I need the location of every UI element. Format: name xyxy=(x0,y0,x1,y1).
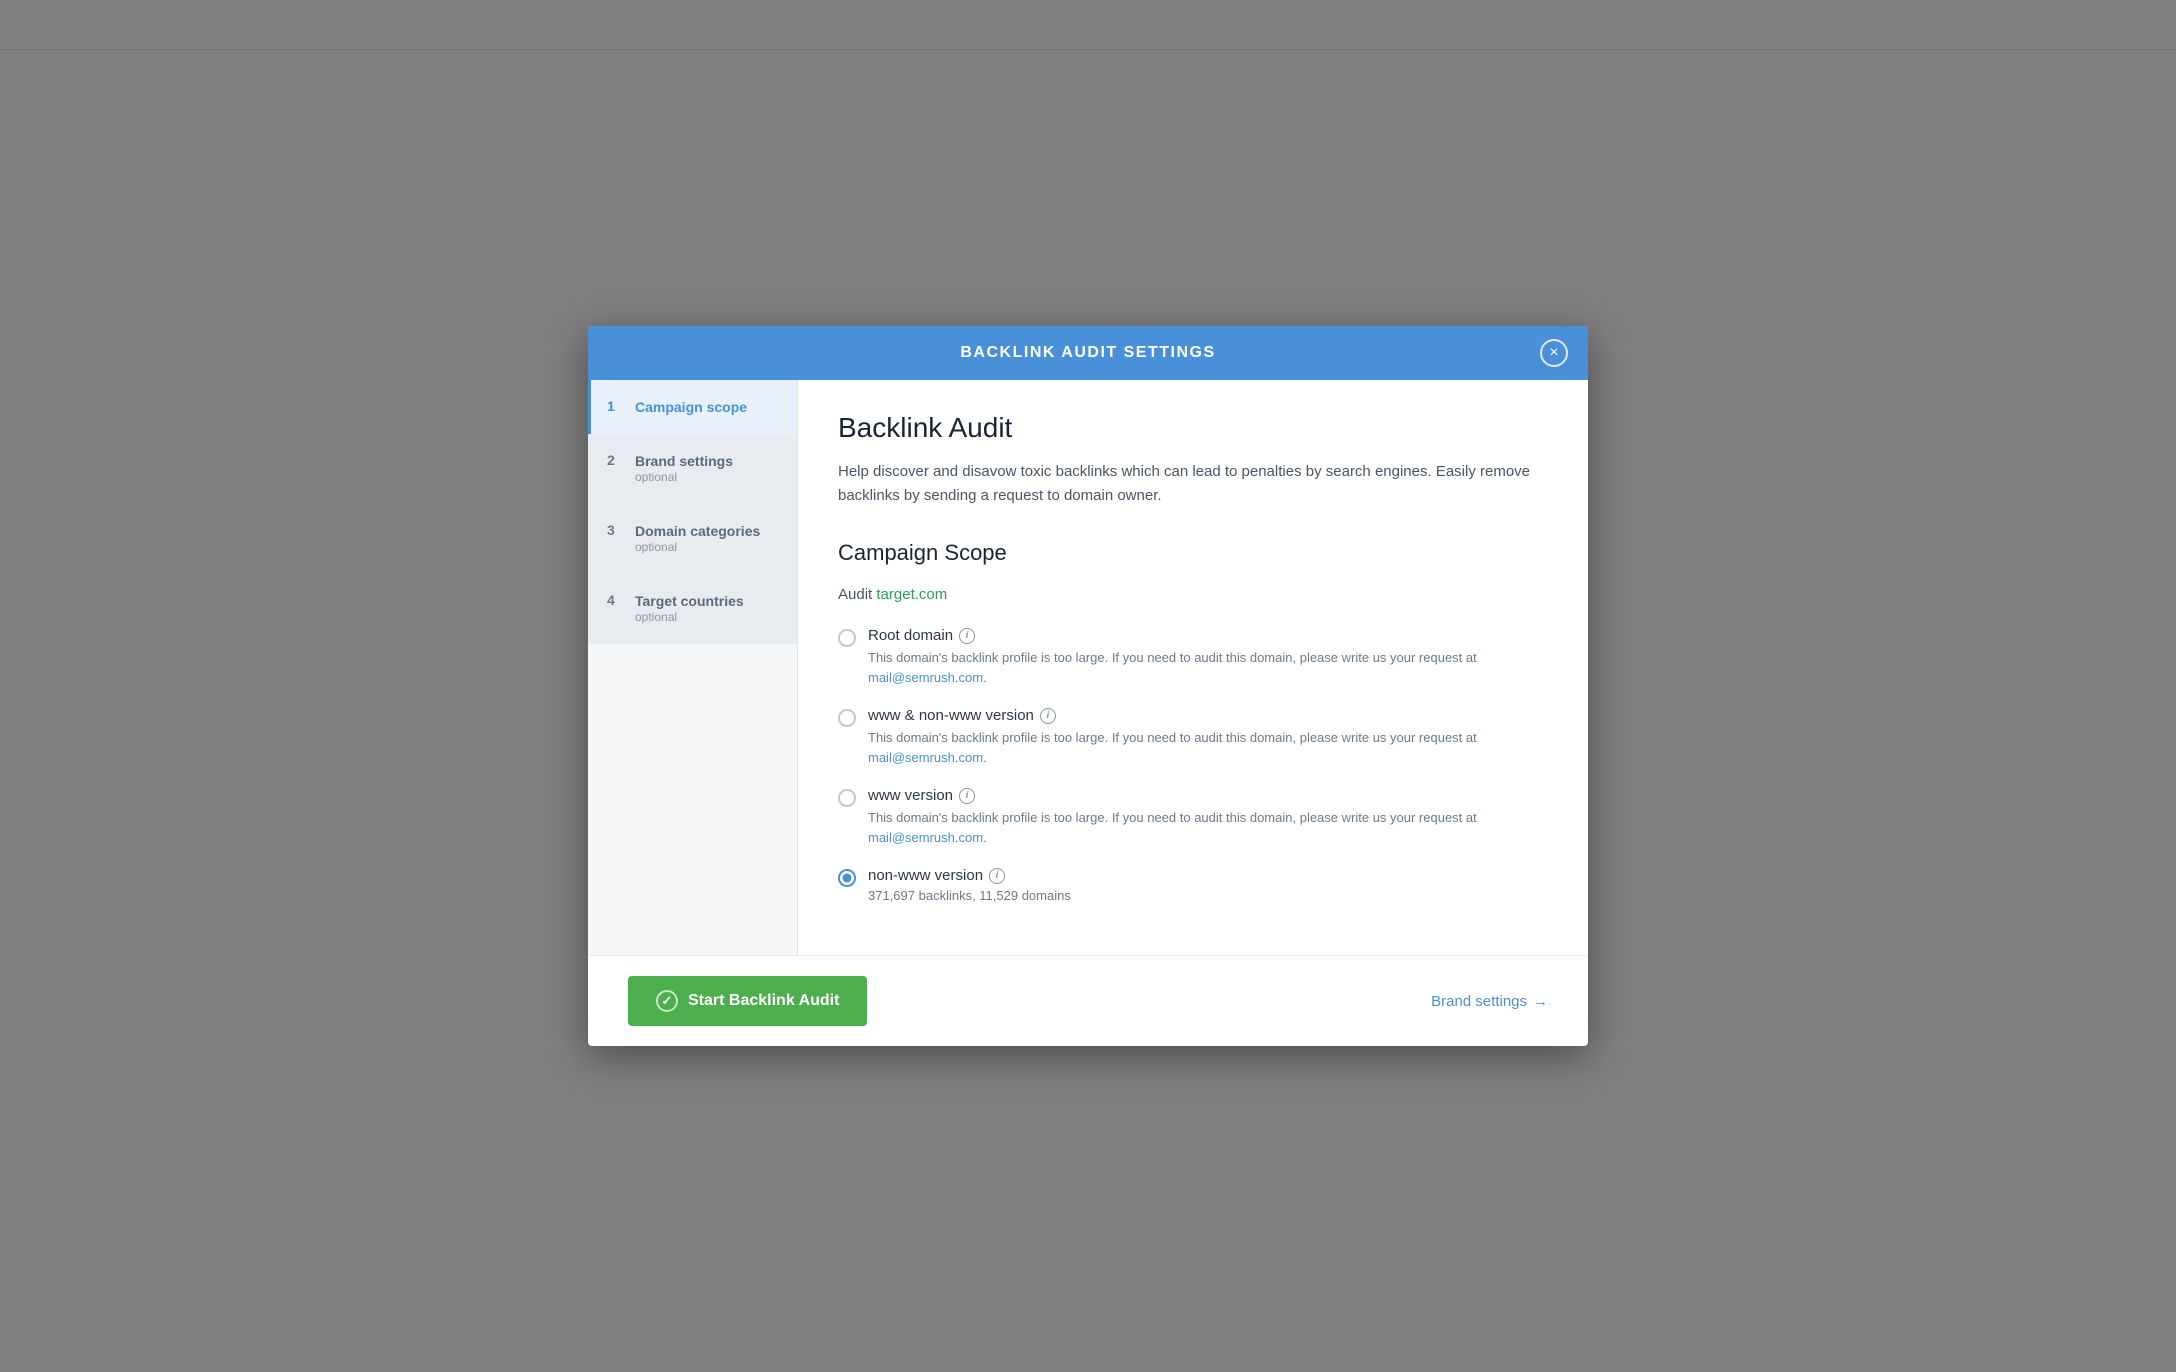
sidebar: 1 Campaign scope 2 Brand settings option… xyxy=(588,380,798,955)
info-icon-www[interactable]: i xyxy=(959,788,975,804)
sidebar-item-label-3: Domain categories optional xyxy=(635,522,760,556)
radio-www-non-www[interactable] xyxy=(838,709,856,727)
modal-header: BACKLINK AUDIT SETTINGS × xyxy=(588,326,1588,380)
radio-option-root-domain: Root domain i This domain's backlink pro… xyxy=(838,627,1548,687)
start-audit-button[interactable]: ✓ Start Backlink Audit xyxy=(628,976,867,1026)
sidebar-item-optional-4: optional xyxy=(635,610,744,626)
info-icon-root-domain[interactable]: i xyxy=(959,628,975,644)
page-title: Backlink Audit xyxy=(838,412,1548,444)
sidebar-item-optional-2: optional xyxy=(635,470,733,486)
audit-domain[interactable]: target.com xyxy=(876,586,947,603)
radio-label-title-www: www version xyxy=(868,787,953,804)
sidebar-item-brand-settings[interactable]: 2 Brand settings optional xyxy=(588,434,797,504)
email-link-www[interactable]: mail@semrush.com xyxy=(868,830,983,845)
section-title: Campaign Scope xyxy=(838,540,1548,566)
radio-count-non-www: 371,697 backlinks, 11,529 domains xyxy=(868,888,1548,903)
sidebar-item-optional-3: optional xyxy=(635,540,760,556)
sidebar-item-label-4: Target countries optional xyxy=(635,592,744,626)
radio-label-root-domain: Root domain i This domain's backlink pro… xyxy=(868,627,1548,687)
radio-desc-root-domain: This domain's backlink profile is too la… xyxy=(868,648,1548,687)
sidebar-item-number-2: 2 xyxy=(607,452,625,468)
modal-overlay: BACKLINK AUDIT SETTINGS × 1 Campaign sco… xyxy=(0,0,2176,1372)
radio-label-title-root: Root domain xyxy=(868,627,953,644)
modal-title: BACKLINK AUDIT SETTINGS xyxy=(960,344,1215,362)
brand-settings-text: Brand settings xyxy=(1431,993,1527,1010)
sidebar-item-number-3: 3 xyxy=(607,522,625,538)
main-content: Backlink Audit Help discover and disavow… xyxy=(798,380,1588,955)
radio-label-www-version: www version i This domain's backlink pro… xyxy=(868,787,1548,847)
email-link-www-non-www[interactable]: mail@semrush.com xyxy=(868,750,983,765)
audit-line: Audit target.com xyxy=(838,586,1548,603)
brand-settings-arrow: → xyxy=(1533,993,1548,1010)
sidebar-item-number-1: 1 xyxy=(607,398,625,414)
start-audit-label: Start Backlink Audit xyxy=(688,992,839,1010)
sidebar-item-domain-categories[interactable]: 3 Domain categories optional xyxy=(588,504,797,574)
sidebar-item-number-4: 4 xyxy=(607,592,625,608)
radio-label-title-non-www: non-www version xyxy=(868,867,983,884)
info-icon-www-non-www[interactable]: i xyxy=(1040,708,1056,724)
check-icon: ✓ xyxy=(656,990,678,1012)
modal-body: 1 Campaign scope 2 Brand settings option… xyxy=(588,380,1588,955)
radio-option-www-non-www: www & non-www version i This domain's ba… xyxy=(838,707,1548,767)
radio-non-www[interactable] xyxy=(838,869,856,887)
close-button[interactable]: × xyxy=(1540,339,1568,367)
page-description: Help discover and disavow toxic backlink… xyxy=(838,460,1548,508)
sidebar-item-label-2: Brand settings optional xyxy=(635,452,733,486)
modal-footer: ✓ Start Backlink Audit Brand settings → xyxy=(588,955,1588,1046)
sidebar-item-label-1: Campaign scope xyxy=(635,398,747,416)
sidebar-item-target-countries[interactable]: 4 Target countries optional xyxy=(588,574,797,644)
radio-root-domain[interactable] xyxy=(838,629,856,647)
radio-desc-www-non-www: This domain's backlink profile is too la… xyxy=(868,728,1548,767)
email-link-root[interactable]: mail@semrush.com xyxy=(868,670,983,685)
audit-label: Audit xyxy=(838,586,872,603)
radio-option-non-www: non-www version i 371,697 backlinks, 11,… xyxy=(838,867,1548,903)
radio-www-version[interactable] xyxy=(838,789,856,807)
info-icon-non-www[interactable]: i xyxy=(989,868,1005,884)
radio-label-title-www-non-www: www & non-www version xyxy=(868,707,1034,724)
radio-option-www-version: www version i This domain's backlink pro… xyxy=(838,787,1548,847)
radio-label-non-www: non-www version i 371,697 backlinks, 11,… xyxy=(868,867,1548,903)
brand-settings-link[interactable]: Brand settings → xyxy=(1431,993,1548,1010)
radio-label-www-non-www: www & non-www version i This domain's ba… xyxy=(868,707,1548,767)
sidebar-item-campaign-scope[interactable]: 1 Campaign scope xyxy=(588,380,797,434)
radio-desc-www: This domain's backlink profile is too la… xyxy=(868,808,1548,847)
backlink-audit-modal: BACKLINK AUDIT SETTINGS × 1 Campaign sco… xyxy=(588,326,1588,1046)
